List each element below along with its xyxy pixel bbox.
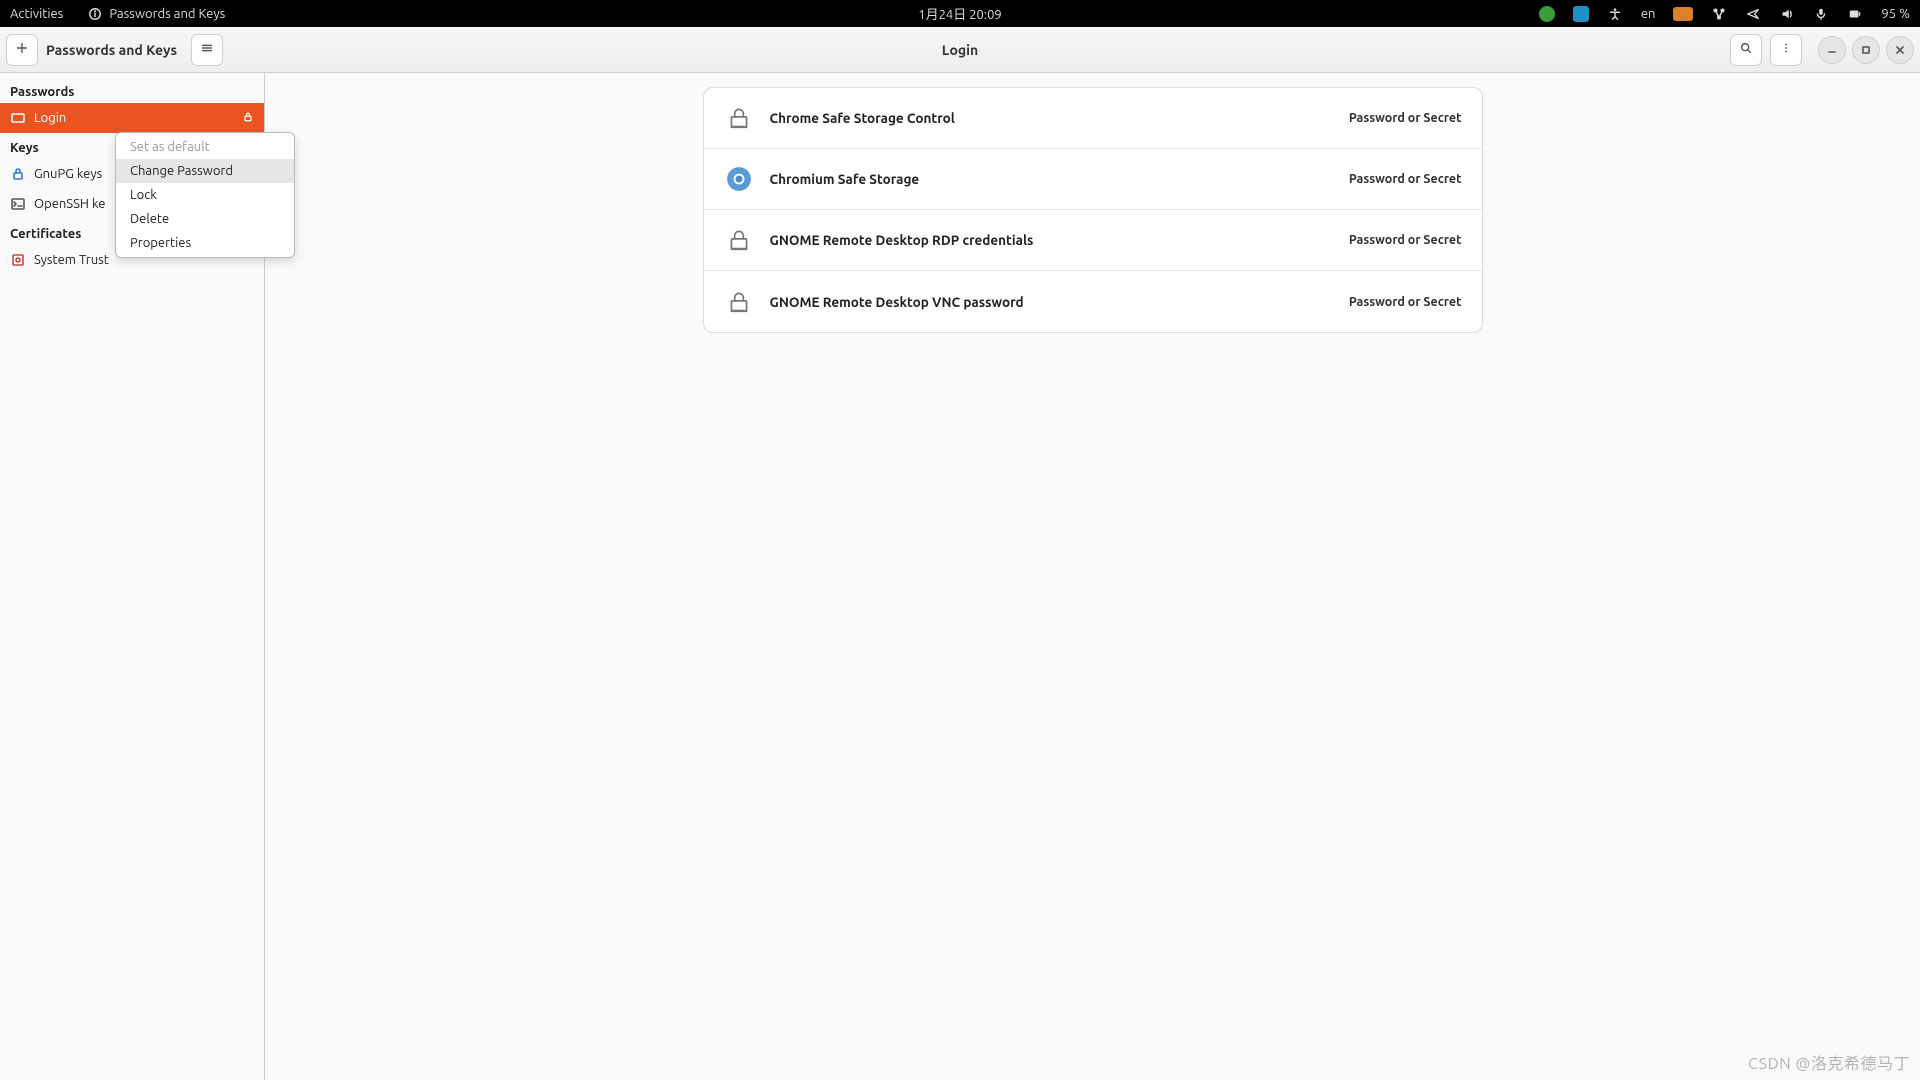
sidebar-item-login[interactable]: Login xyxy=(0,103,264,133)
certificate-icon xyxy=(10,252,26,268)
minimize-icon xyxy=(1827,41,1837,59)
volume-icon[interactable] xyxy=(1779,6,1795,22)
battery-percent: 95 % xyxy=(1881,7,1910,21)
password-row[interactable]: Chrome Safe Storage Control Password or … xyxy=(704,88,1482,149)
gnupg-icon xyxy=(10,166,26,182)
window-close-button[interactable] xyxy=(1886,36,1914,64)
app-menu-button[interactable]: Passwords and Keys xyxy=(87,6,225,22)
chromium-icon xyxy=(724,164,754,194)
accessibility-icon[interactable] xyxy=(1607,6,1623,22)
password-row[interactable]: GNOME Remote Desktop VNC password Passwo… xyxy=(704,271,1482,332)
close-icon xyxy=(1895,41,1905,59)
clock-text: 1月24日 20:09 xyxy=(918,8,1002,22)
context-menu: Set as default Change Password Lock Dele… xyxy=(115,132,295,258)
password-name: GNOME Remote Desktop VNC password xyxy=(770,294,1024,310)
password-name: Chrome Safe Storage Control xyxy=(770,110,955,126)
search-button[interactable] xyxy=(1730,34,1762,66)
battery-icon[interactable] xyxy=(1847,6,1863,22)
tray-indicator-green-icon[interactable] xyxy=(1539,6,1555,22)
info-icon xyxy=(87,6,103,22)
password-type: Password or Secret xyxy=(1349,233,1462,247)
context-item-properties[interactable]: Properties xyxy=(116,231,294,255)
network-icon[interactable] xyxy=(1711,6,1727,22)
tray-indicator-blue-icon[interactable] xyxy=(1573,6,1589,22)
add-button[interactable] xyxy=(6,34,38,66)
header-left-title: Passwords and Keys xyxy=(46,42,177,58)
search-icon xyxy=(1739,41,1753,59)
main-content: Chrome Safe Storage Control Password or … xyxy=(265,73,1920,1080)
keyring-icon xyxy=(10,110,26,126)
context-item-change-password[interactable]: Change Password xyxy=(116,159,294,183)
lock-icon xyxy=(724,225,754,255)
password-type: Password or Secret xyxy=(1349,111,1462,125)
sidebar-item-label: System Trust xyxy=(34,253,109,267)
plus-icon xyxy=(15,41,29,59)
password-list: Chrome Safe Storage Control Password or … xyxy=(703,87,1483,333)
openssh-icon xyxy=(10,196,26,212)
sidebar-toggle-button[interactable] xyxy=(191,34,223,66)
sidebar-item-label: GnuPG keys xyxy=(34,167,102,181)
app-menu-label: Passwords and Keys xyxy=(109,7,225,21)
sidebar-section-passwords: Passwords xyxy=(0,77,264,103)
input-language[interactable]: en xyxy=(1641,7,1656,21)
context-item-set-default: Set as default xyxy=(116,135,294,159)
system-tray: en 95 % xyxy=(1539,6,1910,22)
lock-icon xyxy=(724,287,754,317)
tray-indicator-orange-icon[interactable] xyxy=(1673,7,1693,21)
kebab-icon xyxy=(1779,41,1793,59)
view-more-button[interactable] xyxy=(1770,34,1802,66)
context-item-lock[interactable]: Lock xyxy=(116,183,294,207)
activities-label: Activities xyxy=(10,7,63,21)
lock-icon xyxy=(242,111,254,126)
airplane-mode-icon[interactable] xyxy=(1745,6,1761,22)
watermark: CSDN @洛克希德马丁 xyxy=(1748,1050,1910,1074)
context-item-delete[interactable]: Delete xyxy=(116,207,294,231)
password-row[interactable]: GNOME Remote Desktop RDP credentials Pas… xyxy=(704,210,1482,271)
window-maximize-button[interactable] xyxy=(1852,36,1880,64)
system-top-bar: Activities Passwords and Keys 1月24日 20:0… xyxy=(0,0,1920,27)
microphone-icon[interactable] xyxy=(1813,6,1829,22)
maximize-icon xyxy=(1861,41,1871,59)
header-bar: Passwords and Keys Login xyxy=(0,27,1920,73)
password-type: Password or Secret xyxy=(1349,172,1462,186)
password-name: Chromium Safe Storage xyxy=(770,171,920,187)
header-center-title: Login xyxy=(942,42,978,58)
password-type: Password or Secret xyxy=(1349,295,1462,309)
sidebar-item-label: Login xyxy=(34,111,66,125)
sidebar-item-label: OpenSSH ke xyxy=(34,197,105,211)
password-name: GNOME Remote Desktop RDP credentials xyxy=(770,232,1034,248)
hamburger-icon xyxy=(200,41,214,59)
window-minimize-button[interactable] xyxy=(1818,36,1846,64)
activities-button[interactable]: Activities xyxy=(10,7,63,21)
password-row[interactable]: Chromium Safe Storage Password or Secret xyxy=(704,149,1482,210)
lock-icon xyxy=(724,103,754,133)
clock[interactable]: 1月24日 20:09 xyxy=(918,4,1002,23)
